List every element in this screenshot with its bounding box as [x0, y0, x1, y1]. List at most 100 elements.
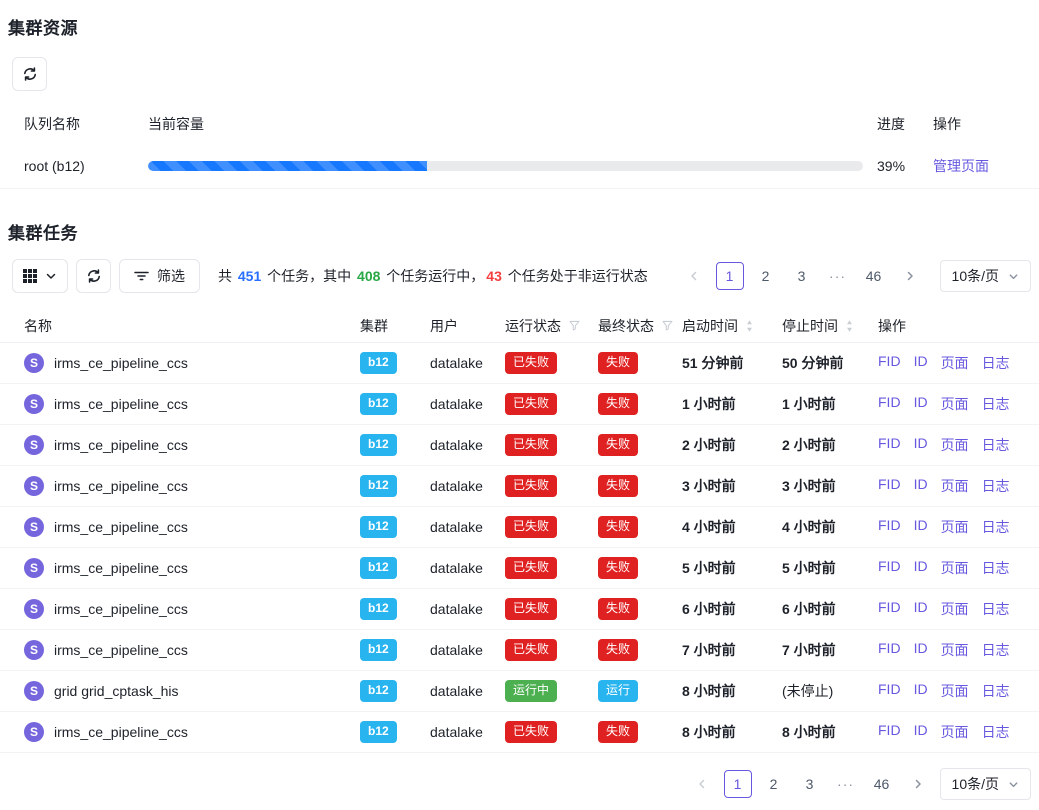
task-action-link[interactable]: FID: [878, 517, 901, 537]
pagination-page-button[interactable]: 2: [752, 262, 780, 290]
pagination-prev-button[interactable]: [688, 770, 716, 798]
final-status-cell: 失败: [598, 516, 682, 538]
task-action-link[interactable]: 页面: [941, 353, 969, 373]
task-start-time: 8 小时前: [682, 681, 782, 701]
resources-row: root (b12) 39% 管理页面: [0, 144, 1039, 189]
task-action-link[interactable]: FID: [878, 435, 901, 455]
task-name-cell: Sirms_ce_pipeline_ccs: [24, 558, 360, 578]
task-action-link[interactable]: 页面: [941, 681, 969, 701]
task-row: Sirms_ce_pipeline_ccsb12datalake已失败失败8 小…: [0, 712, 1039, 753]
task-action-link[interactable]: 日志: [982, 476, 1010, 496]
task-action-link[interactable]: 日志: [982, 517, 1010, 537]
pagination-top: 123···46: [680, 262, 924, 290]
task-start-time: 51 分钟前: [682, 353, 782, 373]
task-cluster-cell: b12: [360, 393, 430, 415]
task-action-link[interactable]: 日志: [982, 353, 1010, 373]
task-action-link[interactable]: 页面: [941, 722, 969, 742]
task-action-link[interactable]: 日志: [982, 435, 1010, 455]
running-tasks-count: 408: [355, 268, 382, 284]
task-stop-time: 8 小时前: [782, 722, 878, 742]
chevron-down-icon: [45, 270, 57, 282]
task-user: datalake: [430, 396, 505, 412]
tasks-refresh-button[interactable]: [76, 259, 111, 293]
column-settings-button[interactable]: [12, 259, 68, 293]
task-name: irms_ce_pipeline_ccs: [54, 519, 188, 535]
task-action-link[interactable]: ID: [914, 681, 928, 701]
task-action-link[interactable]: FID: [878, 599, 901, 619]
pagination-page-button[interactable]: 1: [716, 262, 744, 290]
task-action-link[interactable]: 页面: [941, 394, 969, 414]
task-action-link[interactable]: 日志: [982, 640, 1010, 660]
column-actions: 操作: [933, 114, 1031, 134]
task-action-link[interactable]: 日志: [982, 681, 1010, 701]
pagination-next-button[interactable]: [896, 262, 924, 290]
task-action-link[interactable]: ID: [914, 435, 928, 455]
task-action-link[interactable]: ID: [914, 394, 928, 414]
task-name-cell: Sirms_ce_pipeline_ccs: [24, 394, 360, 414]
sort-icon[interactable]: [845, 319, 854, 333]
resources-refresh-button[interactable]: [12, 57, 47, 91]
pagination-page-button[interactable]: 46: [868, 770, 896, 798]
page-size-select[interactable]: 10条/页: [940, 768, 1031, 800]
task-user: datalake: [430, 601, 505, 617]
task-action-link[interactable]: 日志: [982, 394, 1010, 414]
pagination-page-button[interactable]: 2: [760, 770, 788, 798]
filter-lines-icon: [134, 270, 149, 282]
task-action-link[interactable]: FID: [878, 476, 901, 496]
final-status-cell: 失败: [598, 557, 682, 579]
task-action-link[interactable]: ID: [914, 517, 928, 537]
pagination-prev-button[interactable]: [680, 262, 708, 290]
task-action-link[interactable]: ID: [914, 476, 928, 496]
task-action-link[interactable]: 页面: [941, 476, 969, 496]
task-action-link[interactable]: 日志: [982, 722, 1010, 742]
resources-section-title: 集群资源: [8, 14, 1039, 39]
task-action-link[interactable]: 页面: [941, 599, 969, 619]
page-size-select[interactable]: 10条/页: [940, 260, 1031, 292]
cluster-badge: b12: [360, 352, 397, 374]
task-action-link[interactable]: 日志: [982, 558, 1010, 578]
task-action-link[interactable]: ID: [914, 640, 928, 660]
task-name: grid grid_cptask_his: [54, 683, 179, 699]
run-status-cell: 已失败: [505, 639, 598, 661]
task-actions-cell: FID ID 页面日志: [878, 722, 1031, 742]
task-action-link[interactable]: ID: [914, 353, 928, 373]
avatar: S: [24, 435, 44, 455]
task-action-link[interactable]: FID: [878, 353, 901, 373]
task-actions-cell: FID ID 页面日志: [878, 681, 1031, 701]
task-column-header: 运行状态: [505, 316, 598, 336]
task-start-time: 3 小时前: [682, 476, 782, 496]
pagination-page-button[interactable]: 46: [860, 262, 888, 290]
task-cluster-cell: b12: [360, 639, 430, 661]
pagination-page-button[interactable]: 1: [724, 770, 752, 798]
task-action-link[interactable]: FID: [878, 558, 901, 578]
manage-page-link[interactable]: 管理页面: [933, 158, 989, 174]
avatar: S: [24, 722, 44, 742]
task-actions-cell: FID ID 页面日志: [878, 353, 1031, 373]
task-action-link[interactable]: ID: [914, 558, 928, 578]
task-row: Sgrid grid_cptask_hisb12datalake运行中运行8 小…: [0, 671, 1039, 712]
task-action-link[interactable]: 页面: [941, 435, 969, 455]
tasks-summary: 共 451 个任务，其中 408 个任务运行中，43 个任务处于非运行状态: [218, 266, 648, 286]
task-action-link[interactable]: 页面: [941, 640, 969, 660]
summary-text: 共: [218, 268, 236, 284]
filter-button[interactable]: 筛选: [119, 259, 200, 293]
task-column-header: 最终状态: [598, 316, 682, 336]
task-action-link[interactable]: FID: [878, 681, 901, 701]
pagination-page-button[interactable]: 3: [796, 770, 824, 798]
chevron-down-icon: [1008, 779, 1019, 790]
pagination-page-button[interactable]: 3: [788, 262, 816, 290]
task-action-link[interactable]: FID: [878, 394, 901, 414]
task-action-link[interactable]: ID: [914, 722, 928, 742]
filter-icon[interactable]: [661, 319, 674, 332]
task-action-link[interactable]: FID: [878, 722, 901, 742]
task-action-link[interactable]: ID: [914, 599, 928, 619]
pagination-next-button[interactable]: [904, 770, 932, 798]
task-action-link[interactable]: 日志: [982, 599, 1010, 619]
task-user: datalake: [430, 560, 505, 576]
task-action-link[interactable]: FID: [878, 640, 901, 660]
filter-icon[interactable]: [568, 319, 581, 332]
run-status-badge: 已失败: [505, 598, 557, 620]
task-action-link[interactable]: 页面: [941, 517, 969, 537]
sort-icon[interactable]: [745, 319, 754, 333]
task-action-link[interactable]: 页面: [941, 558, 969, 578]
